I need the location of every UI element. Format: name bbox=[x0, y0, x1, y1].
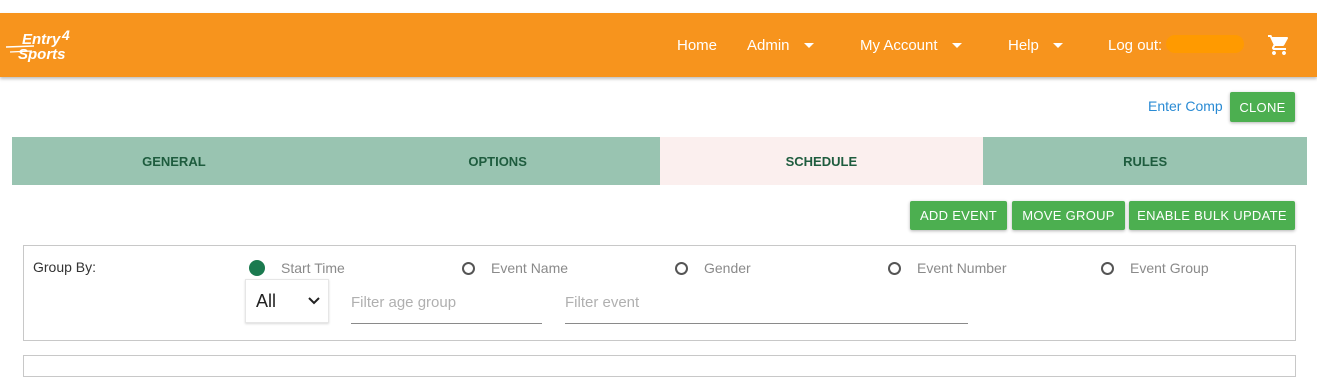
top-strip bbox=[0, 0, 1317, 13]
navbar: Entry 4 Sports Home Admin My Account Hel… bbox=[0, 13, 1317, 77]
gender-select[interactable]: All bbox=[245, 279, 329, 323]
event-filter-input[interactable]: Filter event bbox=[565, 286, 968, 324]
logo-text-four: 4 bbox=[61, 27, 70, 43]
chevron-down-icon bbox=[308, 297, 320, 305]
move-group-button[interactable]: MOVE GROUP bbox=[1012, 201, 1125, 230]
nav-logout[interactable]: Log out: bbox=[1108, 13, 1162, 77]
radio-unchecked-icon bbox=[1101, 261, 1114, 275]
chevron-down-icon bbox=[803, 42, 814, 48]
filter-panel: Group By: Start Time Event Name Gender E… bbox=[23, 245, 1296, 341]
radio-gender[interactable]: Gender bbox=[675, 259, 751, 277]
group-by-label: Group By: bbox=[33, 259, 97, 275]
shopping-cart-icon[interactable] bbox=[1266, 33, 1292, 57]
gender-select-value: All bbox=[256, 290, 277, 311]
radio-unchecked-icon bbox=[675, 261, 688, 275]
radio-unchecked-icon bbox=[888, 261, 901, 275]
nav-help[interactable]: Help bbox=[1008, 13, 1063, 77]
clone-button[interactable]: CLONE bbox=[1230, 92, 1295, 122]
nav-admin-label: Admin bbox=[747, 36, 790, 54]
tab-bar: GENERAL OPTIONS SCHEDULE RULES bbox=[12, 137, 1307, 185]
tab-schedule[interactable]: SCHEDULE bbox=[659, 137, 984, 185]
chevron-down-icon bbox=[951, 42, 962, 48]
logo-text-sports: Sports bbox=[18, 46, 66, 63]
radio-event-group-label: Event Group bbox=[1130, 260, 1209, 276]
nav-home-label: Home bbox=[677, 36, 718, 54]
radio-gender-label: Gender bbox=[704, 260, 751, 276]
nav-admin[interactable]: Admin bbox=[747, 13, 814, 77]
schedule-list-container bbox=[23, 355, 1296, 377]
radio-event-number-label: Event Number bbox=[917, 260, 1007, 276]
radio-event-group[interactable]: Event Group bbox=[1101, 259, 1209, 277]
nav-help-label: Help bbox=[1008, 36, 1039, 54]
nav-home[interactable]: Home bbox=[677, 13, 717, 77]
radio-checked-icon bbox=[249, 260, 265, 276]
redacted-username bbox=[1166, 35, 1244, 53]
radio-start-time[interactable]: Start Time bbox=[249, 259, 345, 277]
radio-event-name-label: Event Name bbox=[491, 260, 569, 276]
radio-event-name[interactable]: Event Name bbox=[462, 259, 568, 277]
add-event-button[interactable]: ADD EVENT bbox=[910, 201, 1007, 230]
enter-comp-link[interactable]: Enter Comp bbox=[1148, 98, 1223, 114]
nav-my-account[interactable]: My Account bbox=[860, 13, 962, 77]
entry4sports-logo[interactable]: Entry 4 Sports bbox=[4, 25, 90, 65]
nav-logout-label: Log out: bbox=[1108, 36, 1163, 54]
nav-my-account-label: My Account bbox=[860, 36, 938, 54]
tab-general[interactable]: GENERAL bbox=[12, 137, 336, 185]
radio-start-time-label: Start Time bbox=[281, 260, 345, 276]
radio-unchecked-icon bbox=[462, 261, 475, 275]
radio-event-number[interactable]: Event Number bbox=[888, 259, 1006, 277]
enable-bulk-update-button[interactable]: ENABLE BULK UPDATE bbox=[1129, 201, 1295, 230]
chevron-down-icon bbox=[1052, 42, 1063, 48]
age-group-filter-input[interactable]: Filter age group bbox=[351, 286, 542, 324]
tab-options[interactable]: OPTIONS bbox=[335, 137, 660, 185]
tab-rules[interactable]: RULES bbox=[983, 137, 1307, 185]
